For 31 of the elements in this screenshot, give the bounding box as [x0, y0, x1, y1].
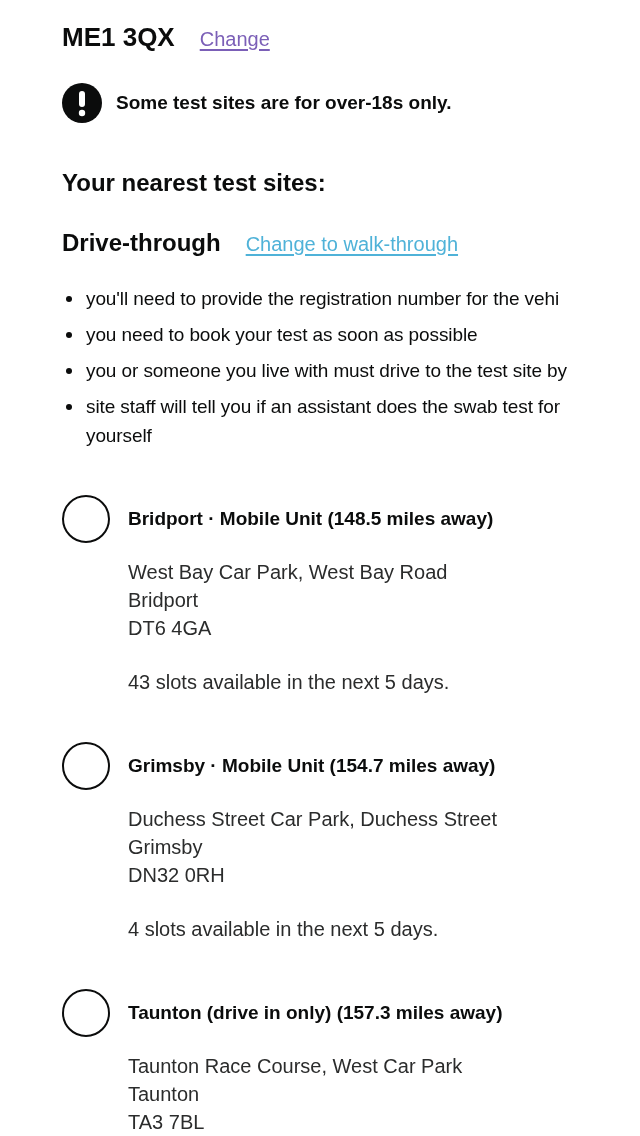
address-line: TA3 7BL: [128, 1110, 205, 1135]
site-name[interactable]: Grimsby · Mobile Unit (154.7 miles away): [128, 753, 496, 779]
change-link[interactable]: Change: [199, 26, 270, 52]
address-line: Taunton: [128, 1082, 200, 1107]
section-heading: Your nearest test sites:: [62, 168, 327, 198]
list-item-text: you need to book your test as soon as possible: [86, 323, 478, 347]
site-name[interactable]: Bridport · Mobile Unit (148.5 miles away): [128, 506, 494, 532]
bullet-icon: [66, 332, 72, 338]
warning-text: Some test sites are for over-18s only.: [116, 91, 452, 115]
address-line: Bridport: [128, 588, 199, 613]
availability-text: 4 slots available in the next 5 days.: [128, 917, 439, 942]
list-item-text: you'll need to provide the registration number for the vehi: [86, 287, 559, 311]
postcode-text: ME1 3QX: [62, 21, 175, 53]
site-name[interactable]: Taunton (drive in only) (157.3 miles away): [128, 1000, 503, 1026]
address-line: Grimsby: [128, 835, 203, 860]
address-line: Taunton Race Course, West Car Park: [128, 1054, 463, 1079]
bullet-icon: [66, 368, 72, 374]
address-line: Duchess Street Car Park, Duchess Street: [128, 807, 498, 832]
radio-button[interactable]: [62, 495, 110, 543]
list-item-text: site staff will tell you if an assistant does the swab test for yourself: [86, 395, 560, 448]
list-item-text: you or someone you live with must drive to the test site by: [86, 359, 567, 383]
availability-text: 43 slots available in the next 5 days.: [128, 670, 450, 695]
address-line: West Bay Car Park, West Bay Road: [128, 560, 448, 585]
address-line: DT6 4GA: [128, 616, 212, 641]
bullet-icon: [66, 296, 72, 302]
radio-button[interactable]: [62, 742, 110, 790]
warning-icon: [62, 83, 102, 123]
address-line: DN32 0RH: [128, 863, 225, 888]
radio-button[interactable]: [62, 989, 110, 1037]
test-type-heading: Drive-through: [62, 228, 221, 258]
bullet-icon: [66, 404, 72, 410]
